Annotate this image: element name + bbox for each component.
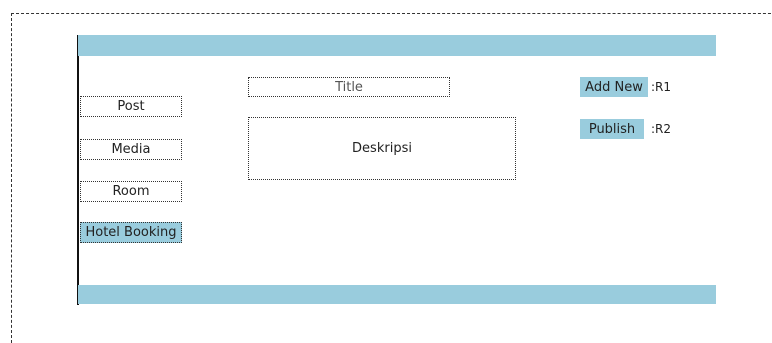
publish-button[interactable]: Publish	[580, 119, 644, 139]
sidebar-item-media[interactable]: Media	[80, 139, 182, 160]
sidebar-item-label: Room	[112, 184, 150, 199]
add-new-ref-label: :R1	[651, 80, 672, 94]
sidebar-item-room[interactable]: Room	[80, 181, 182, 202]
sidebar-item-label: Hotel Booking	[85, 225, 177, 240]
sidebar-item-label: Post	[117, 99, 145, 114]
title-placeholder: Title	[335, 79, 363, 95]
page-left-border	[77, 35, 79, 305]
add-new-button[interactable]: Add New	[580, 77, 648, 97]
publish-ref-label: :R2	[651, 122, 672, 136]
title-input[interactable]: Title	[248, 77, 450, 97]
sidebar-item-hotel-booking[interactable]: Hotel Booking	[80, 222, 182, 243]
footer-bar	[78, 285, 716, 304]
sidebar-item-post[interactable]: Post	[80, 96, 182, 117]
description-textarea[interactable]: Deskripsi	[248, 117, 516, 180]
header-bar	[78, 35, 716, 56]
sidebar-item-label: Media	[111, 142, 151, 157]
description-placeholder: Deskripsi	[352, 141, 412, 156]
